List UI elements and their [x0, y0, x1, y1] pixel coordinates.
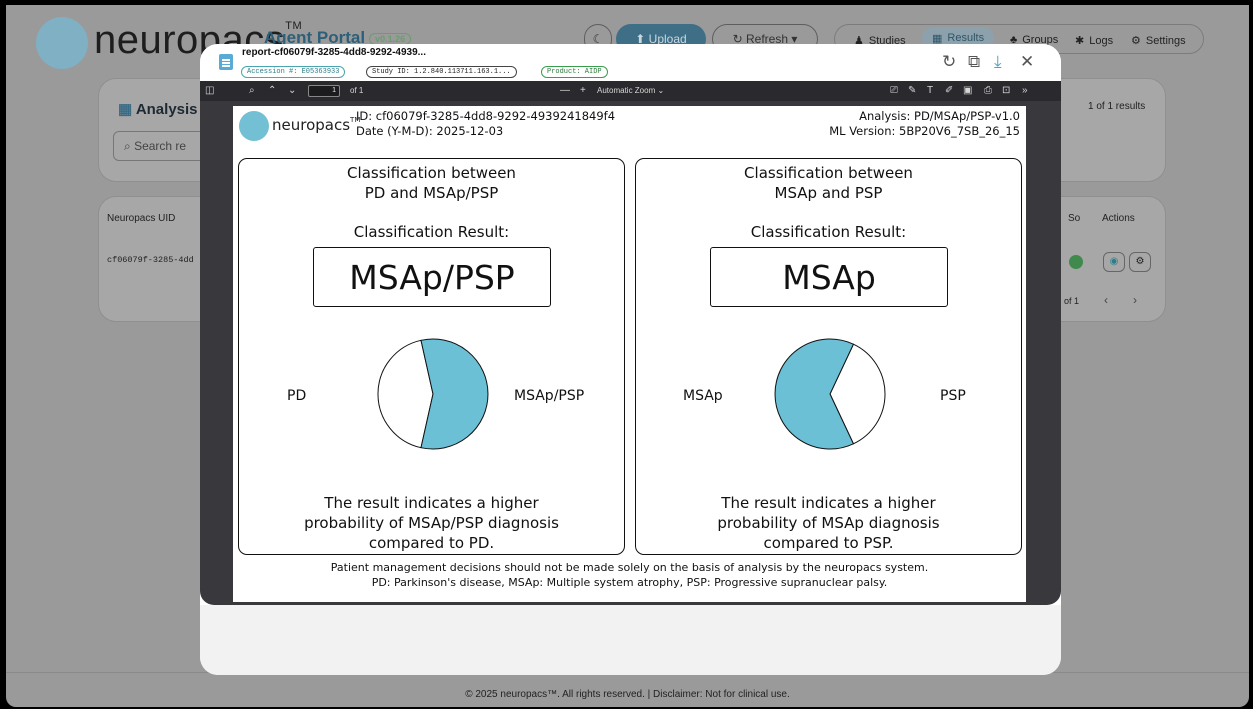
study-id-badge: Study ID: 1.2.840.113711.163.1...: [366, 66, 517, 78]
classification-pie-chart: [377, 338, 489, 450]
column-header-so: So: [1068, 213, 1081, 224]
draw-icon[interactable]: ✐: [945, 85, 953, 97]
gear-icon: ⚙: [1131, 35, 1141, 47]
table-row-uid: cf06079f-3285-4dd: [107, 255, 194, 265]
search-icon: ⌕: [124, 139, 131, 153]
pen-icon[interactable]: ✎: [908, 85, 916, 97]
zoom-select[interactable]: Automatic Zoom ⌄: [597, 85, 664, 97]
sidebar-toggle-icon[interactable]: ◫: [205, 85, 214, 97]
modal-title: report-cf06079f-3285-4dd8-9292-4939...: [242, 47, 426, 58]
analysis-version: Analysis: PD/MSAp/PSP-v1.0: [859, 109, 1020, 123]
neuropacs-logo-icon: [36, 17, 88, 69]
result-box: MSAp: [710, 247, 948, 307]
report-brand: neuropacsTM: [272, 116, 361, 134]
chart-icon: ▦: [118, 101, 133, 118]
bug-icon: ✱: [1075, 35, 1085, 47]
pdf-viewer: ◫ ⌕ ⌃ ⌄ 1 of 1 — + Automatic Zoom ⌄ ⎚ ✎ …: [200, 81, 1061, 605]
result-box: MSAp/PSP: [313, 247, 551, 307]
version-badge: v0.1.26: [369, 32, 412, 45]
panel-title: Classification between PD and MSAp/PSP: [347, 164, 516, 202]
ml-version: ML Version: 5BP20V6_7SB_26_15: [829, 124, 1020, 138]
result-label: Classification Result:: [750, 223, 907, 241]
footer-text: © 2025 neuropacs™. All rights reserved. …: [465, 689, 790, 700]
gear-icon: ⚙: [1135, 256, 1145, 267]
report-id: ID: cf06079f-3285-4dd8-9292-4939241849f4: [356, 109, 616, 123]
chevron-down-icon[interactable]: ⌄: [288, 85, 296, 97]
download-icon[interactable]: ⤓: [994, 52, 1002, 72]
report-id-block: ID: cf06079f-3285-4dd8-9292-4939241849f4…: [356, 109, 615, 139]
nav-logs[interactable]: ✱ Logs: [1075, 34, 1113, 48]
nav-settings[interactable]: ⚙ Settings: [1131, 34, 1186, 48]
chart-icon: ▦: [932, 32, 943, 45]
save-icon[interactable]: ⊡: [1002, 85, 1010, 97]
pie-left-label: PD: [287, 388, 307, 404]
modal-header: report-cf06079f-3285-4dd8-9292-4939... A…: [200, 44, 1061, 81]
analysis-title: ▦ Analysis: [118, 101, 198, 118]
next-page-button[interactable]: ›: [1133, 293, 1137, 307]
file-icon: [219, 54, 233, 70]
pie-left-label: MSAp: [683, 388, 723, 404]
pie-right-label: PSP: [940, 388, 966, 404]
pie-right-label: MSAp/PSP: [514, 388, 585, 404]
pager-text: of 1: [1064, 296, 1080, 306]
report-modal: report-cf06079f-3285-4dd8-9292-4939... A…: [200, 44, 1061, 675]
more-tools-icon[interactable]: »: [1022, 85, 1028, 97]
classification-panel-pd: Classification between PD and MSAp/PSP Cl…: [238, 158, 625, 555]
print-icon[interactable]: ⎙: [984, 85, 992, 97]
product-badge: Product: AIDP: [541, 66, 608, 78]
page-number-input[interactable]: 1: [308, 85, 340, 97]
report-date: Date (Y-M-D): 2025-12-03: [356, 124, 504, 138]
search-input[interactable]: ⌕ Search re: [113, 131, 213, 161]
conclusion-text: The result indicates a higher probability…: [304, 494, 559, 552]
accession-badge: Accession #: E05363933: [241, 66, 346, 78]
page-count: of 1: [350, 86, 364, 95]
highlight-icon[interactable]: ⎚: [890, 85, 898, 97]
disclaimer: Patient management decisions should not …: [330, 561, 929, 589]
zoom-in-icon[interactable]: +: [580, 85, 586, 97]
eye-icon: ◉: [1109, 256, 1119, 267]
results-count: 1 of 1 results: [1088, 101, 1146, 112]
classification-panel-msap: Classification between MSAp and PSP Class…: [635, 158, 1022, 555]
zoom-out-icon[interactable]: —: [560, 85, 570, 97]
modal-footer-area: [200, 605, 1061, 675]
pdf-toolbar: ◫ ⌕ ⌃ ⌄ 1 of 1 — + Automatic Zoom ⌄ ⎚ ✎ …: [200, 81, 1061, 101]
panel-title: Classification between MSAp and PSP: [744, 164, 913, 202]
column-header-actions: Actions: [1102, 213, 1135, 224]
view-button[interactable]: ◉: [1103, 252, 1125, 272]
result-label: Classification Result:: [353, 223, 510, 241]
prev-page-button[interactable]: ‹: [1104, 293, 1108, 307]
status-badge: [1069, 255, 1083, 269]
column-header-uid: Neuropacs UID: [107, 213, 176, 224]
close-icon[interactable]: ✕: [1020, 52, 1034, 72]
chevron-up-icon[interactable]: ⌃: [268, 85, 276, 97]
text-icon[interactable]: T: [927, 85, 933, 97]
conclusion-text: The result indicates a higher probability…: [717, 494, 940, 552]
settings-action-button[interactable]: ⚙: [1129, 252, 1151, 272]
classification-pie-chart: [774, 338, 886, 450]
neuropacs-logo-icon: [239, 111, 269, 141]
report-page: neuropacsTM ID: cf06079f-3285-4dd8-9292-…: [233, 106, 1026, 602]
chevron-down-icon: ⌄: [657, 86, 665, 95]
image-icon[interactable]: ▣: [963, 85, 972, 97]
reload-icon[interactable]: ↻: [942, 52, 956, 72]
open-external-icon[interactable]: ⧉: [968, 52, 980, 72]
search-icon[interactable]: ⌕: [249, 85, 255, 97]
report-version-block: Analysis: PD/MSAp/PSP-v1.0 ML Version: 5…: [829, 109, 1020, 139]
